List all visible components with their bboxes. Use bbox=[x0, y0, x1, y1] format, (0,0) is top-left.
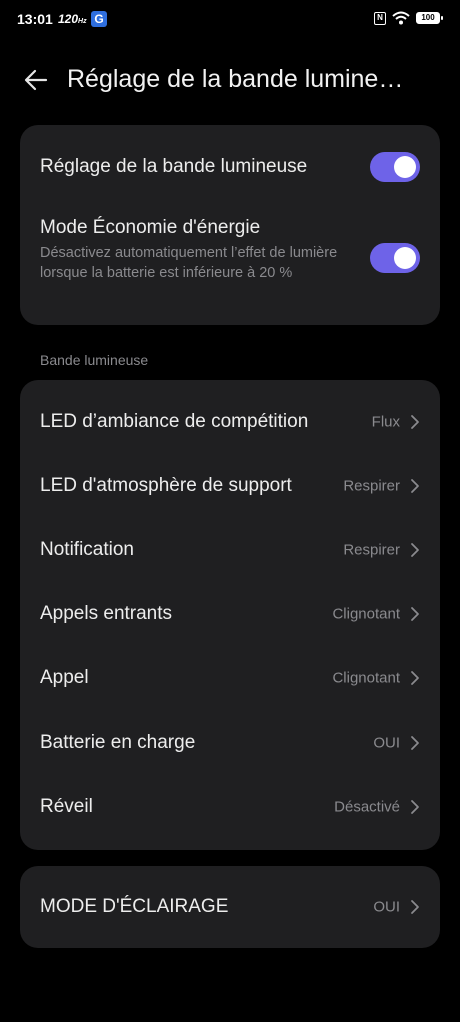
list-item-value: Clignotant bbox=[332, 669, 400, 687]
chevron-right-icon bbox=[411, 479, 419, 493]
section-label: Bande lumineuse bbox=[40, 352, 149, 368]
light-strip-list: LED d’ambiance de compétition Flux LED d… bbox=[20, 380, 440, 850]
list-item-label: Appel bbox=[40, 667, 89, 688]
list-item-value: Respirer bbox=[343, 541, 400, 559]
list-item-call[interactable]: Appel Clignotant bbox=[20, 646, 440, 710]
list-item-label: Appels entrants bbox=[40, 603, 173, 624]
list-item-value: Flux bbox=[371, 413, 400, 431]
list-item-label: LED d’ambiance de compétition bbox=[40, 411, 309, 432]
lighting-mode-value: OUI bbox=[373, 898, 400, 916]
list-item-label: Notification bbox=[40, 539, 134, 560]
refresh-rate-indicator: 120Hz bbox=[58, 12, 87, 26]
lighting-mode-card: MODE D'ÉCLAIRAGE OUI bbox=[20, 866, 440, 948]
lighting-mode-label: MODE D'ÉCLAIRAGE bbox=[40, 896, 229, 917]
list-item-competition-led[interactable]: LED d’ambiance de compétition Flux bbox=[20, 390, 440, 454]
list-item-label: Réveil bbox=[40, 796, 93, 817]
list-item-value: OUI bbox=[373, 734, 400, 752]
chevron-right-icon bbox=[411, 800, 419, 814]
list-item-support-led[interactable]: LED d'atmosphère de support Respirer bbox=[20, 454, 440, 518]
wifi-icon bbox=[392, 11, 410, 25]
battery-icon: 100 bbox=[416, 12, 443, 24]
status-time: 13:01 bbox=[17, 11, 53, 27]
list-item-notification[interactable]: Notification Respirer bbox=[20, 518, 440, 582]
back-arrow-icon[interactable] bbox=[22, 66, 50, 94]
power-saving-toggle-label: Mode Économie d'énergie bbox=[40, 217, 261, 238]
nfc-icon: N bbox=[374, 11, 386, 25]
light-strip-toggle-row[interactable]: Réglage de la bande lumineuse bbox=[20, 125, 440, 209]
page-title: Réglage de la bande lumine… bbox=[67, 65, 404, 93]
toggle-card: Réglage de la bande lumineuse Mode Écono… bbox=[20, 125, 440, 325]
list-item-label: Batterie en charge bbox=[40, 732, 196, 753]
lighting-mode-row[interactable]: MODE D'ÉCLAIRAGE OUI bbox=[20, 875, 440, 939]
list-item-alarm[interactable]: Réveil Désactivé bbox=[20, 775, 440, 839]
list-item-value: Clignotant bbox=[332, 605, 400, 623]
chevron-right-icon bbox=[411, 736, 419, 750]
power-saving-description: Désactivez automatiquement l’effet de lu… bbox=[40, 245, 338, 281]
chevron-right-icon bbox=[411, 543, 419, 557]
list-item-charging[interactable]: Batterie en charge OUI bbox=[20, 711, 440, 775]
status-icons: N 100 bbox=[374, 11, 443, 25]
power-saving-toggle[interactable] bbox=[370, 243, 420, 273]
chevron-right-icon bbox=[411, 415, 419, 429]
light-strip-toggle-label: Réglage de la bande lumineuse bbox=[40, 156, 308, 177]
chevron-right-icon bbox=[411, 607, 419, 621]
header: Réglage de la bande lumine… bbox=[0, 60, 460, 100]
list-item-label: LED d'atmosphère de support bbox=[40, 475, 292, 496]
light-strip-toggle[interactable] bbox=[370, 152, 420, 182]
chevron-right-icon bbox=[411, 671, 419, 685]
status-bar: 13:01 120Hz G N 100 bbox=[0, 0, 460, 40]
chevron-right-icon bbox=[411, 900, 419, 914]
list-item-value: Respirer bbox=[343, 477, 400, 495]
power-saving-toggle-row[interactable]: Mode Économie d'énergie Désactivez autom… bbox=[20, 209, 440, 325]
google-icon: G bbox=[91, 11, 107, 27]
list-item-incoming-calls[interactable]: Appels entrants Clignotant bbox=[20, 582, 440, 646]
list-item-value: Désactivé bbox=[334, 798, 400, 816]
